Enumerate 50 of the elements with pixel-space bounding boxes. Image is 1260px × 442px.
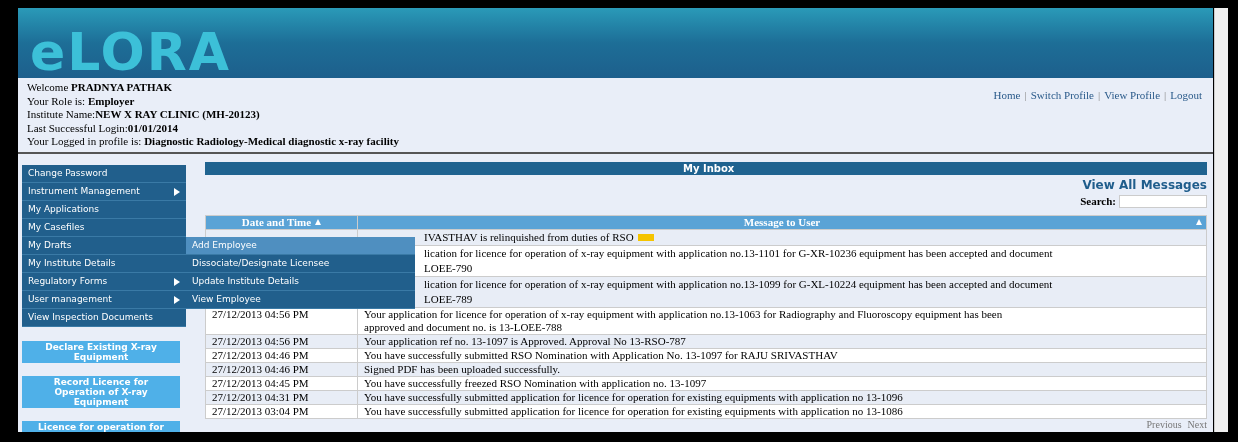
nav-link[interactable]: Home [993, 87, 1021, 104]
search-label: Search: [1080, 194, 1116, 209]
submenu-item[interactable]: Dissociate/Designate Licensee [186, 255, 415, 273]
sidebar-item[interactable]: Regulatory Forms [22, 273, 186, 291]
date-cell: 27/12/2013 04:56 PM [205, 307, 358, 334]
nav-link[interactable]: Switch Profile [1030, 87, 1094, 104]
message-cell: You have successfully submitted application for licence for operation for existing equipments with application no 13-1086 [357, 404, 1207, 418]
sidebar-item[interactable]: User management [22, 291, 186, 309]
message-cell: You have successfully submitted RSO Nomination with Application No. 13-1097 for RAJU SRIVASTHAV [357, 348, 1207, 362]
link-separator: | [1164, 88, 1167, 103]
caret-icon [174, 187, 180, 196]
date-cell: 27/12/2013 04:56 PM [205, 334, 358, 348]
link-separator: | [1097, 88, 1101, 103]
sort-icon [315, 219, 322, 225]
date-cell: 27/12/2013 04:45 PM [205, 376, 358, 390]
submenu-item[interactable]: View Employee [186, 291, 415, 309]
sidebar-item[interactable]: My Drafts [22, 237, 186, 255]
sidebar-item[interactable]: View Inspection Documents [22, 309, 186, 327]
sidebar-item[interactable]: Change Password [22, 165, 186, 183]
date-cell: 27/12/2013 04:31 PM [205, 390, 358, 404]
scrollbar[interactable] [1214, 8, 1228, 432]
date-cell: 27/12/2013 04:46 PM [205, 362, 358, 376]
link-separator: | [1024, 88, 1027, 103]
view-all-messages-link[interactable]: View All Messages [1082, 177, 1207, 193]
message-cell: You have successfully submitted application for licence for operation for existing equipments with application no 13-1096 [357, 390, 1207, 404]
sidebar-item[interactable]: My Institute Details [22, 255, 186, 273]
date-cell: 27/12/2013 03:04 PM [205, 404, 358, 418]
sidebar-item[interactable]: Instrument Management [22, 183, 186, 201]
nav-link[interactable]: View Profile [1104, 87, 1160, 104]
submenu-item[interactable]: Add Employee [186, 237, 415, 255]
sort-icon [1196, 219, 1202, 225]
inbox-title-bar: My Inbox [205, 162, 1207, 175]
sidebar-item[interactable]: My Applications [22, 201, 186, 219]
pagination-link[interactable]: Next [1187, 419, 1207, 430]
sidebar-item[interactable]: My Casefiles [22, 219, 186, 237]
user-info-line: Your Role is: Employer [27, 94, 136, 108]
user-info-line: Institute Name:NEW X RAY CLINIC (MH-20123) [27, 108, 261, 122]
submenu-item[interactable]: Update Institute Details [186, 273, 415, 291]
nav-link[interactable]: Logout [1170, 87, 1202, 104]
message-cell: You have successfully freezed RSO Nomination with application no. 13-1097 [357, 376, 1207, 390]
logo: eLORA [30, 26, 232, 78]
pagination-link[interactable]: Previous [1146, 419, 1182, 430]
user-info-line: Your Logged in profile is: Diagnostic Radiology-Medical diagnostic x-ray facility [27, 135, 399, 149]
message-cell: Signed PDF has been uploaded successfully. [357, 362, 1207, 376]
search-field[interactable] [1119, 194, 1207, 208]
user-info-line: Last Successful Login:01/01/2014 [27, 121, 179, 135]
message-cell: Your application ref no. 13-1097 is Approved. Approval No 13-RSO-787 [357, 334, 1207, 348]
date-cell: 27/12/2013 04:46 PM [205, 348, 358, 362]
message-cell: Your application for licence for operation of x-ray equipment with application no.13-1063 for Radiography and Fluoroscopy equipment has been approved and document no. is 13-LOEE-788 [357, 307, 1207, 334]
user-info-line: Welcome PRADNYA PATHAK [27, 81, 173, 95]
